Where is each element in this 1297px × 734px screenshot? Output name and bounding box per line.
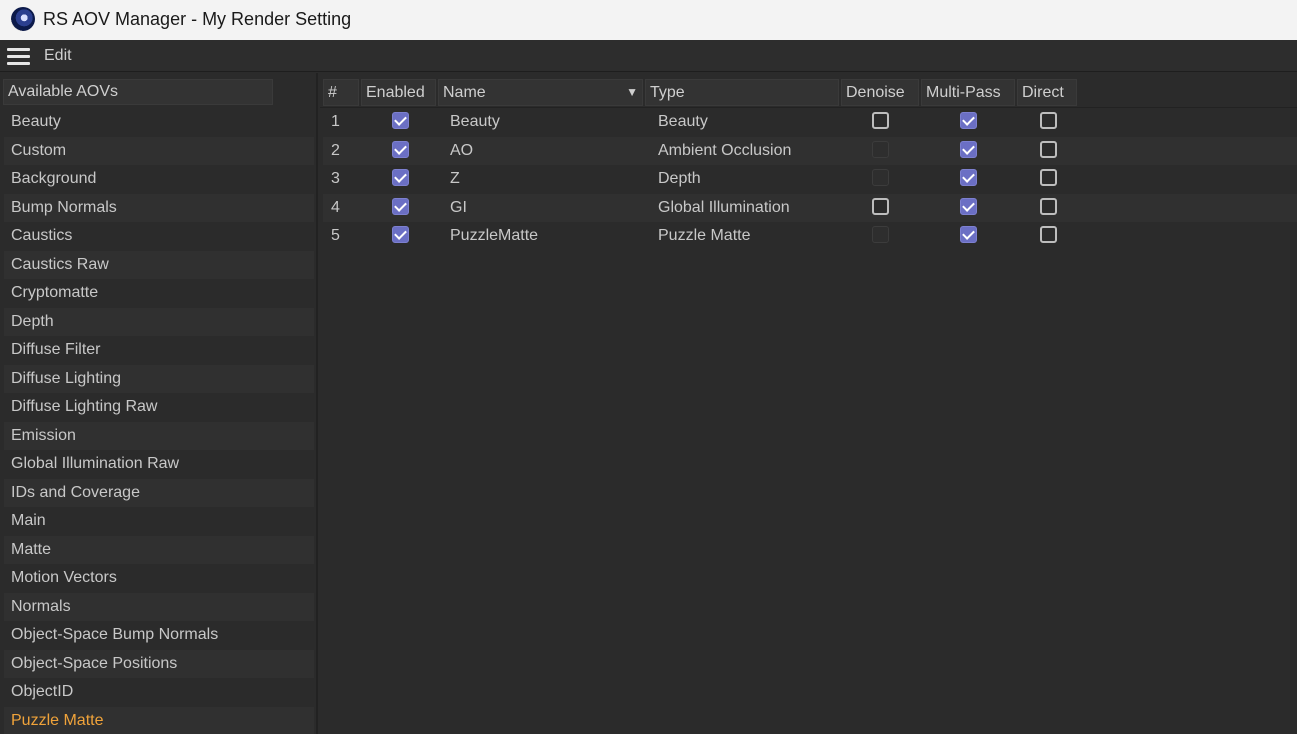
cinema4d-icon: [11, 7, 35, 31]
column-header-name-label: Name: [443, 84, 486, 101]
column-header-direct[interactable]: Direct: [1017, 79, 1077, 106]
column-header-denoise[interactable]: Denoise: [841, 79, 919, 106]
aov-list-item[interactable]: Normals: [4, 592, 314, 621]
denoise-checkbox: [871, 140, 889, 158]
enabled-checkbox[interactable]: [392, 197, 409, 215]
denoise-checkbox: [871, 226, 889, 244]
aov-list-item[interactable]: Matte: [4, 535, 314, 564]
row-number: 3: [331, 170, 340, 187]
available-aovs-panel: Available AOVs Beauty Custom Background Bum…: [0, 73, 318, 734]
denoise-checkbox[interactable]: [871, 197, 889, 215]
enabled-checkbox[interactable]: [392, 169, 409, 187]
multipass-checkbox[interactable]: [960, 169, 977, 187]
aov-list-item[interactable]: ObjectID: [4, 678, 314, 707]
aov-name: PuzzleMatte: [450, 227, 539, 244]
aov-list-item[interactable]: Diffuse Lighting Raw: [4, 393, 314, 422]
table-header: # Enabled Name ▼ Type Denoise Multi-Pass…: [323, 79, 1079, 106]
aov-list-item[interactable]: Puzzle Matte: [4, 706, 314, 734]
aov-list-item[interactable]: Background: [4, 165, 314, 194]
title-bar: RS AOV Manager - My Render Setting: [0, 0, 1297, 40]
row-number: 1: [331, 113, 340, 130]
aov-list-item[interactable]: Cryptomatte: [4, 279, 314, 308]
direct-checkbox[interactable]: [1039, 226, 1057, 244]
aov-list-item[interactable]: IDs and Coverage: [4, 478, 314, 507]
table-row[interactable]: 3 Z Depth: [323, 165, 1297, 194]
row-number: 5: [331, 227, 340, 244]
hamburger-icon[interactable]: [7, 48, 30, 65]
multipass-checkbox[interactable]: [960, 112, 977, 130]
aov-list-item[interactable]: Object-Space Bump Normals: [4, 621, 314, 650]
table-row[interactable]: 4 GI Global Illumination: [323, 193, 1297, 222]
aov-list-item[interactable]: Bump Normals: [4, 193, 314, 222]
aov-list-item[interactable]: Global Illumination Raw: [4, 450, 314, 479]
aov-name: GI: [450, 198, 467, 216]
direct-checkbox[interactable]: [1039, 169, 1057, 187]
multipass-checkbox[interactable]: [960, 226, 977, 244]
column-header-num[interactable]: #: [323, 79, 359, 106]
multipass-checkbox[interactable]: [960, 197, 977, 215]
enabled-checkbox[interactable]: [392, 112, 409, 130]
aov-type: Depth: [658, 170, 701, 187]
available-aovs-list: Beauty Custom Background Bump Normals Causti…: [4, 108, 314, 734]
column-header-name[interactable]: Name ▼: [438, 79, 643, 106]
column-header-type[interactable]: Type: [645, 79, 839, 106]
table-row[interactable]: 1 Beauty Beauty: [323, 108, 1297, 137]
enabled-checkbox[interactable]: [392, 226, 409, 244]
denoise-checkbox: [871, 169, 889, 187]
aov-list-item[interactable]: Depth: [4, 307, 314, 336]
aov-type: Ambient Occlusion: [658, 141, 792, 159]
aov-type: Puzzle Matte: [658, 227, 751, 244]
aov-list-item[interactable]: Object-Space Positions: [4, 649, 314, 678]
table-row[interactable]: 2 AO Ambient Occlusion: [323, 136, 1297, 165]
direct-checkbox[interactable]: [1039, 140, 1057, 158]
aov-type: Beauty: [658, 113, 708, 130]
column-header-multipass[interactable]: Multi-Pass: [921, 79, 1015, 106]
aov-table-panel: # Enabled Name ▼ Type Denoise Multi-Pass…: [320, 73, 1297, 734]
aov-name: AO: [450, 141, 474, 159]
aov-list-item[interactable]: Diffuse Lighting: [4, 364, 314, 393]
aov-name: Z: [450, 170, 460, 187]
aov-list-item[interactable]: Motion Vectors: [4, 564, 314, 593]
multipass-checkbox[interactable]: [960, 140, 977, 158]
column-header-enabled[interactable]: Enabled: [361, 79, 436, 106]
enabled-checkbox[interactable]: [392, 140, 409, 158]
aov-list-item[interactable]: Caustics: [4, 222, 314, 251]
aov-type: Global Illumination: [658, 198, 790, 216]
aov-list-item[interactable]: Caustics Raw: [4, 250, 314, 279]
sort-down-arrow-icon: ▼: [626, 85, 638, 99]
aov-list-item[interactable]: Emission: [4, 421, 314, 450]
aov-table-body: 1 Beauty Beauty 2 AO Ambient Occlusion 3 Z Depth…: [323, 108, 1297, 251]
row-number: 2: [331, 141, 340, 159]
aov-list-item[interactable]: Custom: [4, 136, 314, 165]
window-title: RS AOV Manager - My Render Setting: [43, 9, 352, 29]
menu-bar: Edit: [0, 40, 1297, 72]
direct-checkbox[interactable]: [1039, 197, 1057, 215]
menu-edit[interactable]: Edit: [44, 46, 72, 66]
aov-list-item[interactable]: Main: [4, 507, 314, 536]
row-number: 4: [331, 198, 340, 216]
available-aovs-header[interactable]: Available AOVs: [3, 79, 273, 105]
aov-list-item[interactable]: Beauty: [4, 108, 314, 137]
table-row[interactable]: 5 PuzzleMatte Puzzle Matte: [323, 222, 1297, 251]
direct-checkbox[interactable]: [1039, 112, 1057, 130]
denoise-checkbox[interactable]: [871, 112, 889, 130]
aov-list-item[interactable]: Diffuse Filter: [4, 336, 314, 365]
aov-name: Beauty: [450, 113, 500, 130]
